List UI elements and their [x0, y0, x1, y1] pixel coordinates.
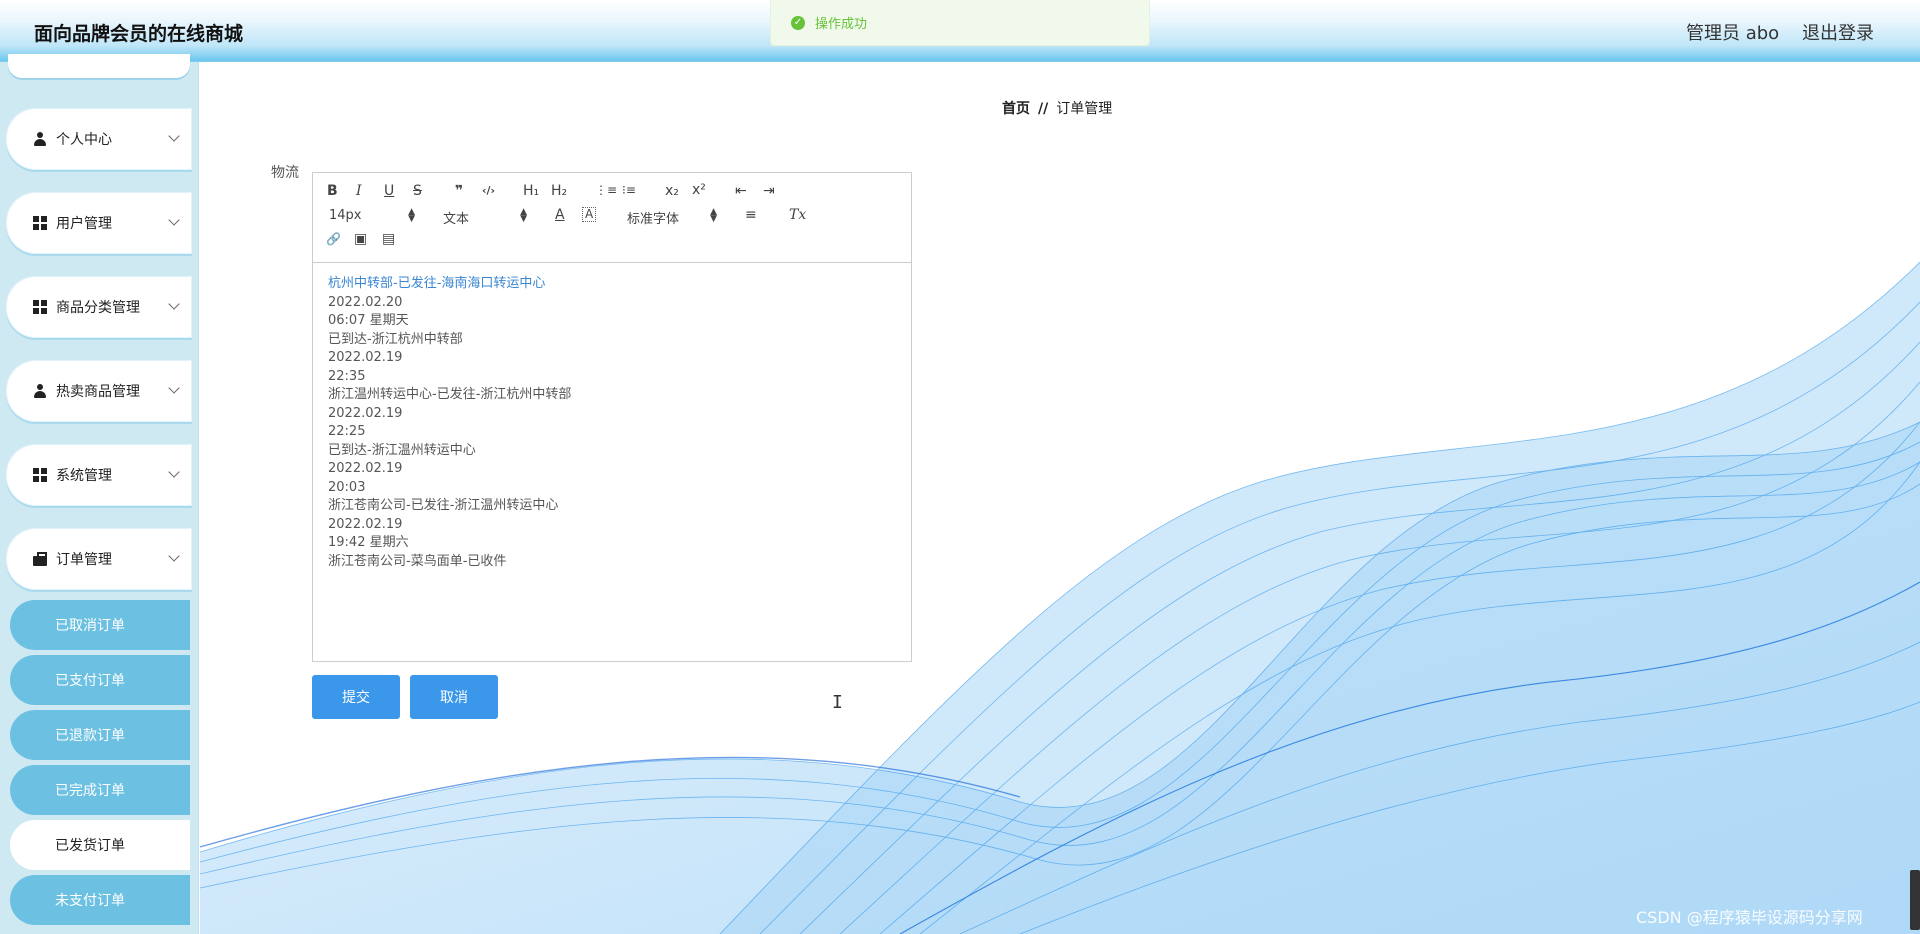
font-family-value: 标准字体: [627, 212, 680, 227]
user-icon: [33, 132, 47, 146]
submenu-refunded-orders[interactable]: 已退款订单: [10, 710, 190, 760]
submenu-completed-orders[interactable]: 已完成订单: [10, 765, 190, 815]
subscript-button[interactable]: x₂: [665, 183, 679, 199]
clear-format-button[interactable]: Tx: [789, 207, 806, 223]
breadcrumb: 首页 // 订单管理: [1002, 98, 1112, 118]
submenu-shipped-orders[interactable]: 已发货订单: [10, 820, 190, 870]
logistics-line: 22:25: [328, 424, 366, 439]
select-arrows-icon: ▲ ▼: [710, 207, 717, 224]
app-title: 面向品牌会员的在线商城: [34, 23, 244, 45]
sidebar-item-label: 商品分类管理: [56, 300, 140, 316]
user-icon: [33, 384, 47, 398]
font-size-select[interactable]: 14px ▲ ▼: [329, 207, 415, 224]
logistics-line: 2022.02.19: [328, 350, 403, 365]
logistics-line: 2022.02.19: [328, 461, 403, 476]
sidebar-menu-clipped[interactable]: [8, 54, 190, 78]
select-arrows-icon: ▲ ▼: [520, 207, 527, 224]
grid-icon: [33, 300, 47, 314]
indent-button[interactable]: ⇥: [763, 183, 775, 199]
bullet-list-button[interactable]: ⁝≡: [622, 183, 636, 197]
outdent-button[interactable]: ⇤: [735, 183, 747, 199]
code-block-button[interactable]: ‹/›: [482, 184, 495, 197]
chevron-down-icon: [168, 550, 180, 562]
text-format-select[interactable]: 文本 ▲ ▼: [443, 207, 527, 228]
sidebar-item-personal-center[interactable]: 个人中心: [6, 108, 192, 170]
chevron-down-icon: [168, 382, 180, 394]
logistics-line: 19:42 星期六: [328, 535, 409, 550]
chevron-down-icon: [168, 214, 180, 226]
blockquote-button[interactable]: ❞: [455, 183, 463, 199]
sidebar: 个人中心 用户管理 商品分类管理 热卖商品管理 系统管理 订单管理 已取消订单 …: [0, 54, 199, 934]
success-toast: ✓ 操作成功: [770, 0, 1150, 46]
sidebar-item-category-management[interactable]: 商品分类管理: [6, 276, 192, 338]
underline-button[interactable]: U: [384, 183, 394, 199]
sidebar-item-user-management[interactable]: 用户管理: [6, 192, 192, 254]
text-cursor-icon: I: [832, 692, 843, 713]
logistics-line: 杭州中转部-已发往-海南海口转运中心: [328, 276, 546, 291]
submenu-paid-orders[interactable]: 已支付订单: [10, 655, 190, 705]
current-user-label: 管理员 abo: [1686, 23, 1780, 44]
logistics-line: 06:07 星期天: [328, 313, 409, 328]
logistics-line: 已到达-浙江杭州中转部: [328, 331, 463, 347]
chevron-down-icon: [168, 298, 180, 310]
video-icon[interactable]: ▤: [382, 231, 395, 247]
logistics-line: 浙江温州转运中心-已发往-浙江杭州中转部: [328, 387, 572, 402]
logout-link[interactable]: 退出登录: [1802, 19, 1874, 45]
font-size-value: 14px: [329, 208, 362, 223]
main-content: 首页 // 订单管理 物流 B I U S ❞ ‹/› H₁ H₂ ⋮≡ ⁝≡ x₂…: [200, 62, 1920, 934]
logistics-line: 2022.02.19: [328, 405, 403, 421]
ordered-list-button[interactable]: ⋮≡: [595, 183, 617, 197]
sidebar-item-label: 系统管理: [56, 468, 112, 484]
image-icon[interactable]: ▣: [354, 231, 367, 247]
chevron-down-icon: [168, 466, 180, 478]
strikethrough-button[interactable]: S: [413, 183, 422, 199]
heading-2-button[interactable]: H₂: [551, 183, 567, 199]
submenu-unpaid-orders[interactable]: 未支付订单: [10, 875, 190, 925]
editor-content-area[interactable]: 杭州中转部-已发往-海南海口转运中心 2022.02.20 06:07 星期天已到达…: [313, 263, 911, 661]
grid-icon: [33, 468, 47, 482]
italic-button[interactable]: I: [356, 183, 362, 199]
text-format-value: 文本: [443, 212, 470, 227]
sidebar-item-label: 用户管理: [56, 216, 112, 232]
breadcrumb-separator: //: [1038, 101, 1049, 117]
logistics-line: 2022.02.20: [328, 294, 403, 310]
grid-icon: [33, 216, 47, 230]
logistics-line: 2022.02.19: [328, 516, 403, 532]
editor-toolbar: B I U S ❞ ‹/› H₁ H₂ ⋮≡ ⁝≡ x₂ x² ⇤ ⇥ 14px…: [313, 173, 911, 263]
background-color-button[interactable]: A: [582, 207, 597, 222]
rich-text-editor: B I U S ❞ ‹/› H₁ H₂ ⋮≡ ⁝≡ x₂ x² ⇤ ⇥ 14px…: [312, 172, 912, 662]
cancel-button[interactable]: 取消: [410, 675, 498, 719]
submenu-cancelled-orders[interactable]: 已取消订单: [10, 600, 190, 650]
link-icon[interactable]: 🔗: [326, 232, 341, 246]
logistics-line: 浙江苍南公司-菜鸟面单-已收件: [328, 553, 507, 569]
superscript-button[interactable]: x²: [692, 182, 706, 198]
align-button[interactable]: ≡: [745, 207, 757, 223]
sidebar-item-label: 订单管理: [56, 552, 112, 568]
logistics-line: 22:35: [328, 368, 366, 384]
sidebar-item-label: 个人中心: [56, 132, 112, 148]
font-color-button[interactable]: A: [555, 207, 565, 223]
select-arrows-icon: ▲ ▼: [408, 207, 415, 224]
logistics-line: 浙江苍南公司-已发往-浙江温州转运中心: [328, 498, 559, 513]
submit-button[interactable]: 提交: [312, 675, 400, 719]
logistics-line: 已到达-浙江温州转运中心: [328, 442, 476, 458]
scrollbar-handle[interactable]: [1910, 870, 1920, 930]
check-circle-icon: ✓: [791, 15, 805, 30]
sidebar-item-label: 热卖商品管理: [56, 384, 140, 400]
breadcrumb-current: 订单管理: [1056, 101, 1113, 117]
sidebar-item-order-management[interactable]: 订单管理: [6, 528, 192, 590]
briefcase-icon: [33, 552, 47, 566]
sidebar-item-system-management[interactable]: 系统管理: [6, 444, 192, 506]
logistics-field-label: 物流: [271, 165, 299, 181]
heading-1-button[interactable]: H₁: [523, 183, 539, 199]
toast-message: 操作成功: [815, 17, 868, 32]
breadcrumb-home[interactable]: 首页: [1002, 101, 1030, 117]
sidebar-item-hot-products[interactable]: 热卖商品管理: [6, 360, 192, 422]
bold-button[interactable]: B: [327, 183, 338, 199]
font-family-select[interactable]: 标准字体 ▲ ▼: [627, 207, 717, 228]
logistics-line: 20:03: [328, 479, 366, 495]
chevron-down-icon: [168, 130, 180, 142]
watermark-text: CSDN @程序猿毕设源码分享网: [1636, 908, 1863, 927]
